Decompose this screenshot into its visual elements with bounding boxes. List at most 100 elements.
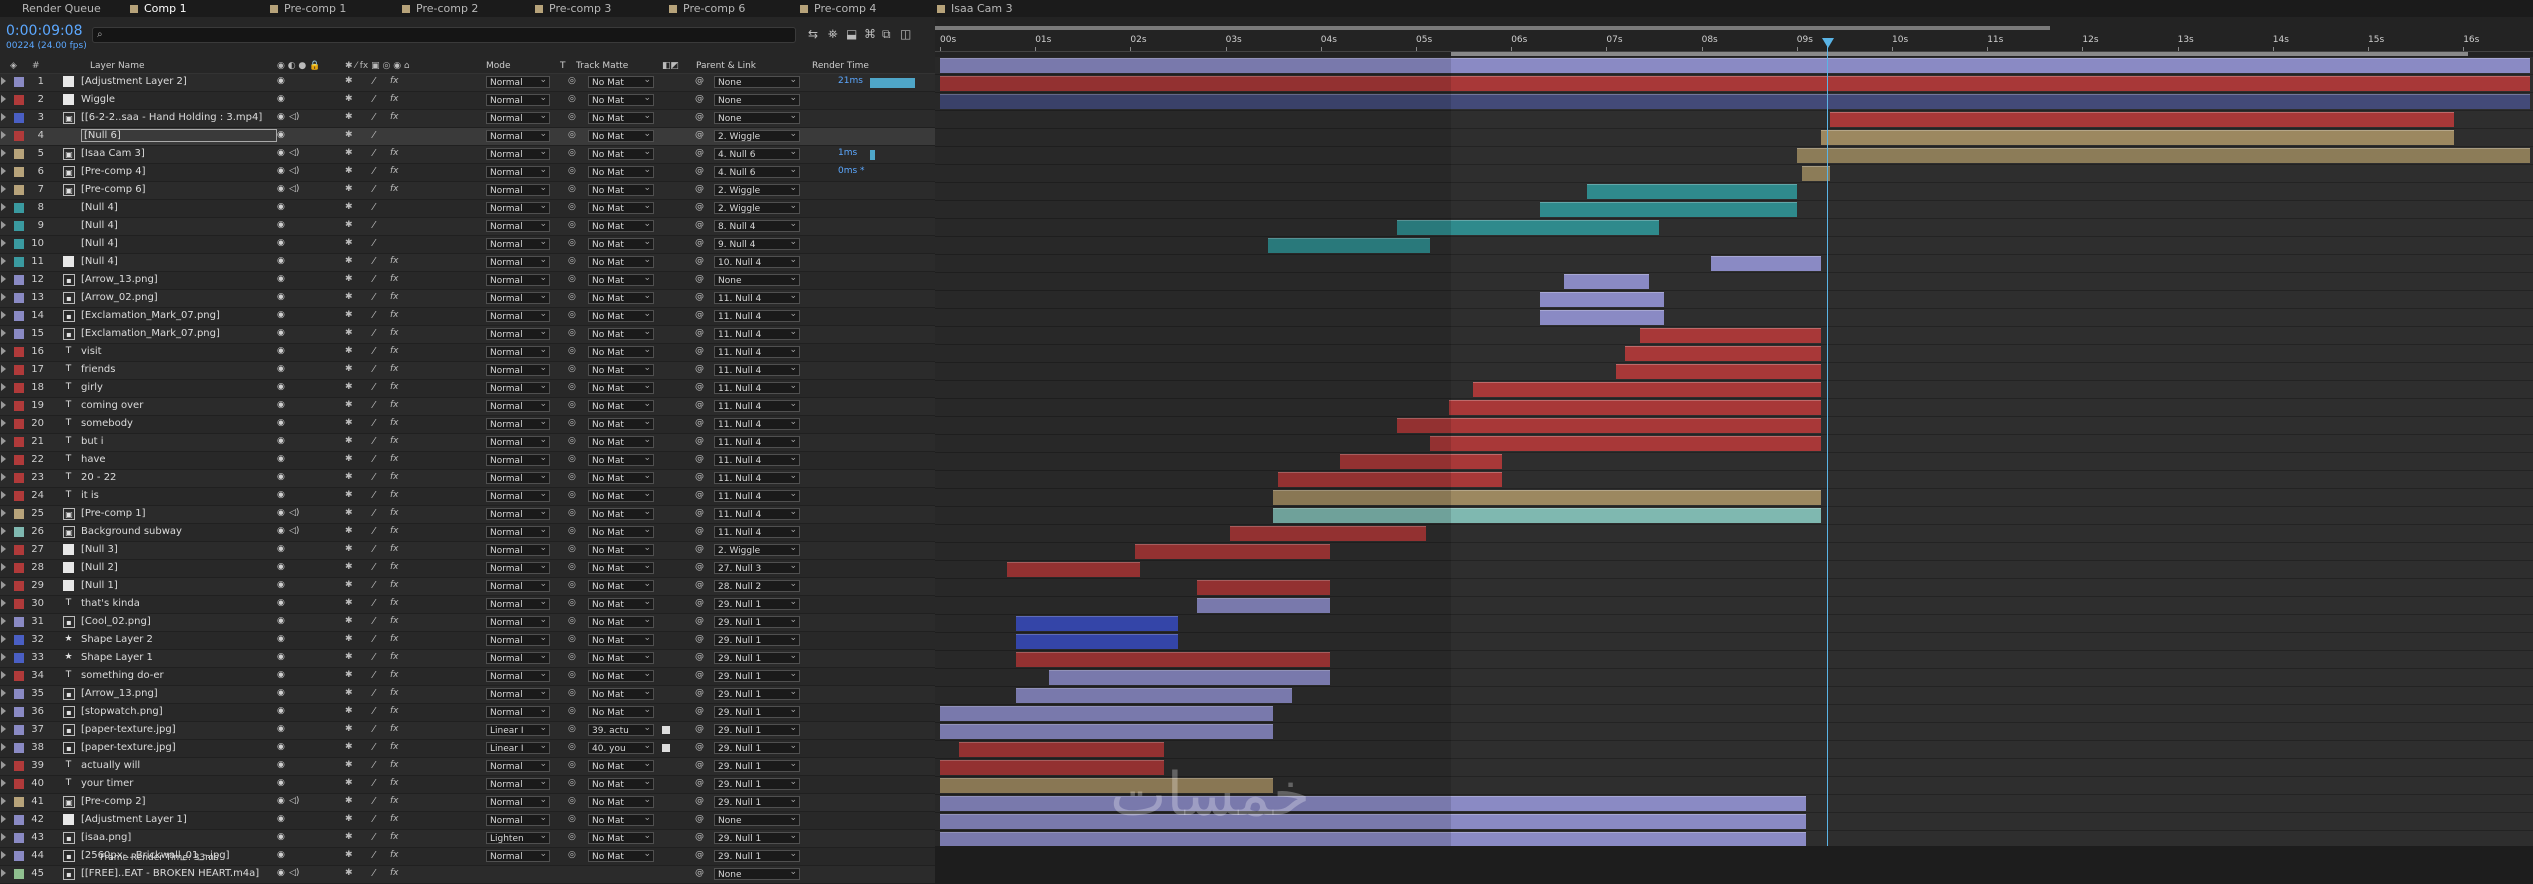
layer-row[interactable]: 3 ▣ [[6-2-2..saa - Hand Holding : 3.mp4] ◉ ◁… — [0, 110, 935, 128]
layer-row[interactable]: 36 ▪ [stopwatch.png] ◉ ✱ ⁄ fx Normal ◎ No Mat @29.… — [0, 704, 935, 722]
track-matte-dropdown[interactable]: No Mat — [588, 274, 654, 286]
parent-pickwhip-icon[interactable]: @ — [695, 598, 704, 608]
parent-dropdown[interactable]: 29. Null 1 — [714, 832, 800, 844]
quality-switch-icon[interactable]: ⁄ — [373, 688, 375, 699]
track-matte-dropdown[interactable]: 39. actu — [588, 724, 654, 736]
effects-switch-icon[interactable]: fx — [390, 472, 399, 482]
expand-triangle-icon[interactable] — [1, 239, 6, 247]
visibility-eye-icon[interactable]: ◉ — [277, 508, 285, 518]
visibility-eye-icon[interactable]: ◉ — [277, 112, 285, 122]
effects-switch-icon[interactable]: fx — [390, 328, 399, 338]
effects-switch-icon[interactable]: fx — [390, 418, 399, 428]
layer-name[interactable]: [Cool_02.png] — [81, 616, 271, 627]
preserve-transparency-icon[interactable]: ◎ — [568, 130, 576, 140]
quality-switch-icon[interactable]: ⁄ — [373, 418, 375, 429]
quality-switch-icon[interactable]: ⁄ — [373, 544, 375, 555]
expand-triangle-icon[interactable] — [1, 671, 6, 679]
visibility-eye-icon[interactable]: ◉ — [277, 724, 285, 734]
parent-pickwhip-icon[interactable]: @ — [695, 688, 704, 698]
playhead-line[interactable] — [1827, 38, 1828, 846]
quality-switch-icon[interactable]: ⁄ — [373, 364, 375, 375]
blend-mode-dropdown[interactable]: Normal — [486, 400, 550, 412]
effects-switch-icon[interactable]: fx — [390, 346, 399, 356]
track-matte-dropdown[interactable]: No Mat — [588, 202, 654, 214]
blend-mode-dropdown[interactable]: Normal — [486, 454, 550, 466]
parent-dropdown[interactable]: 2. Wiggle — [714, 544, 800, 556]
shy-switch-icon[interactable]: ✱ — [345, 148, 353, 158]
layer-name[interactable]: somebody — [81, 418, 271, 429]
expand-triangle-icon[interactable] — [1, 491, 6, 499]
blend-mode-dropdown[interactable]: Lighten — [486, 832, 550, 844]
expand-triangle-icon[interactable] — [1, 383, 6, 391]
parent-dropdown[interactable]: 29. Null 1 — [714, 598, 800, 610]
layer-row[interactable]: 29 [Null 1] ◉ ✱ ⁄ fx Normal ◎ No Mat @28. Null 2 — [0, 578, 935, 596]
preserve-transparency-icon[interactable]: ◎ — [568, 778, 576, 788]
expand-triangle-icon[interactable] — [1, 779, 6, 787]
layer-name[interactable]: your timer — [81, 778, 271, 789]
label-color-swatch[interactable] — [14, 491, 24, 501]
parent-pickwhip-icon[interactable]: @ — [695, 508, 704, 518]
layer-duration-bar[interactable] — [940, 76, 2530, 91]
preserve-transparency-icon[interactable]: ◎ — [568, 490, 576, 500]
tab-pre-comp-6[interactable]: Pre-comp 6 — [669, 0, 745, 17]
preserve-transparency-icon[interactable]: ◎ — [568, 328, 576, 338]
parent-dropdown[interactable]: 8. Null 4 — [714, 220, 800, 232]
parent-dropdown[interactable]: 11. Null 4 — [714, 400, 800, 412]
expand-triangle-icon[interactable] — [1, 257, 6, 265]
layer-name[interactable]: [stopwatch.png] — [81, 706, 271, 717]
shy-switch-icon[interactable]: ✱ — [345, 490, 353, 500]
layer-duration-bar[interactable] — [940, 58, 2530, 73]
visibility-eye-icon[interactable]: ◉ — [277, 130, 285, 140]
parent-pickwhip-icon[interactable]: @ — [695, 652, 704, 662]
preserve-transparency-icon[interactable]: ◎ — [568, 724, 576, 734]
quality-switch-icon[interactable]: ⁄ — [373, 76, 375, 87]
search-input[interactable]: ⌕ — [92, 27, 796, 43]
track-matte-dropdown[interactable]: No Mat — [588, 310, 654, 322]
layer-duration-bar[interactable] — [1830, 112, 2454, 127]
preserve-transparency-icon[interactable]: ◎ — [568, 562, 576, 572]
parent-dropdown[interactable]: 29. Null 1 — [714, 688, 800, 700]
shy-switch-icon[interactable]: ✱ — [345, 652, 353, 662]
layer-duration-bar[interactable] — [940, 94, 2530, 109]
expand-triangle-icon[interactable] — [1, 743, 6, 751]
quality-switch-icon[interactable]: ⁄ — [373, 256, 375, 267]
layer-duration-bar[interactable] — [1268, 238, 1431, 253]
expand-triangle-icon[interactable] — [1, 401, 6, 409]
label-color-swatch[interactable] — [14, 293, 24, 303]
layer-row[interactable]: 33 ★ Shape Layer 1 ◉ ✱ ⁄ fx Normal ◎ No Mat @29. N… — [0, 650, 935, 668]
parent-dropdown[interactable]: 29. Null 1 — [714, 742, 800, 754]
quality-switch-icon[interactable]: ⁄ — [373, 490, 375, 501]
track-matte-dropdown[interactable]: No Mat — [588, 760, 654, 772]
track-matte-dropdown[interactable]: No Mat — [588, 346, 654, 358]
effects-switch-icon[interactable]: fx — [390, 778, 399, 788]
preserve-transparency-icon[interactable]: ◎ — [568, 454, 576, 464]
label-color-swatch[interactable] — [14, 257, 24, 267]
layer-name[interactable]: but i — [81, 436, 271, 447]
layer-row[interactable]: 10 [Null 4] ◉ ✱ ⁄ Normal ◎ No Mat @9. Null 4 — [0, 236, 935, 254]
label-color-swatch[interactable] — [14, 833, 24, 843]
visibility-eye-icon[interactable]: ◉ — [277, 292, 285, 302]
effects-switch-icon[interactable]: fx — [390, 166, 399, 176]
layer-row[interactable]: 26 ▣ Background subway ◉ ◁) ✱ ⁄ fx Normal ◎ No Mat… — [0, 524, 935, 542]
layer-row[interactable]: 21 Tbut i ◉ ✱ ⁄ fx Normal ◎ No Mat @11. Null 4 — [0, 434, 935, 452]
parent-dropdown[interactable]: 29. Null 1 — [714, 670, 800, 682]
layer-name[interactable]: Shape Layer 1 — [81, 652, 271, 663]
preserve-transparency-icon[interactable]: ◎ — [568, 616, 576, 626]
track-matte-dropdown[interactable]: No Mat — [588, 634, 654, 646]
shy-switch-icon[interactable]: ✱ — [345, 94, 353, 104]
shy-switch-icon[interactable]: ✱ — [345, 418, 353, 428]
expand-triangle-icon[interactable] — [1, 509, 6, 517]
parent-pickwhip-icon[interactable]: @ — [695, 706, 704, 716]
shy-switch-icon[interactable]: ✱ — [345, 256, 353, 266]
blend-mode-dropdown[interactable]: Normal — [486, 562, 550, 574]
preserve-transparency-icon[interactable]: ◎ — [568, 310, 576, 320]
label-color-swatch[interactable] — [14, 95, 24, 105]
parent-pickwhip-icon[interactable]: @ — [695, 148, 704, 158]
quality-switch-icon[interactable]: ⁄ — [373, 274, 375, 285]
effects-switch-icon[interactable]: fx — [390, 490, 399, 500]
parent-pickwhip-icon[interactable]: @ — [695, 832, 704, 842]
layer-name[interactable]: [Exclamation_Mark_07.png] — [81, 328, 271, 339]
label-color-swatch[interactable] — [14, 167, 24, 177]
visibility-eye-icon[interactable]: ◉ — [277, 184, 285, 194]
blend-mode-dropdown[interactable]: Normal — [486, 544, 550, 556]
